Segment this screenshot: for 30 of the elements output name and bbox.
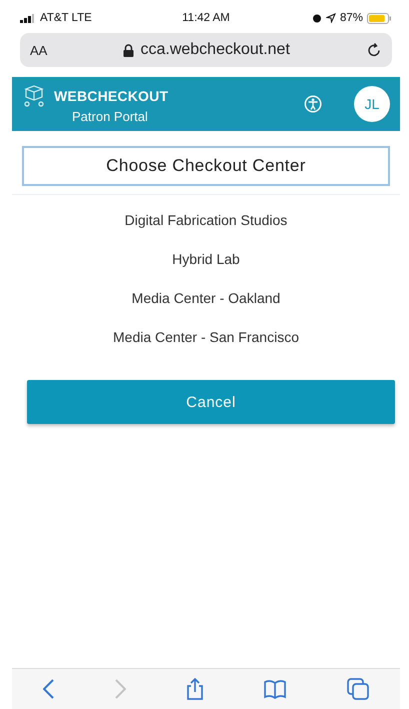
accessibility-icon[interactable] bbox=[304, 95, 322, 113]
center-link[interactable]: Media Center - San Francisco bbox=[113, 328, 299, 346]
cart-logo-icon bbox=[22, 84, 46, 106]
alarm-icon bbox=[312, 13, 322, 23]
forward-icon bbox=[114, 679, 126, 699]
signal-icon bbox=[20, 14, 36, 22]
share-button[interactable] bbox=[184, 676, 205, 702]
lock-icon bbox=[123, 44, 134, 56]
url-text: cca.webcheckout.net bbox=[140, 41, 290, 59]
logo-text: WEBCHECKOUT bbox=[54, 88, 168, 104]
page-title: Choose Checkout Center bbox=[22, 146, 390, 186]
bookmarks-button[interactable] bbox=[262, 678, 288, 700]
clock: 11:42 AM bbox=[182, 12, 230, 24]
back-button[interactable] bbox=[40, 677, 56, 701]
portal-subtitle: Patron Portal bbox=[72, 108, 149, 124]
back-icon bbox=[42, 679, 54, 699]
bookmarks-icon bbox=[264, 680, 286, 698]
reload-icon[interactable] bbox=[366, 42, 382, 58]
center-link[interactable]: Digital Fabrication Studios bbox=[124, 211, 288, 229]
center-link[interactable]: Media Center - Oakland bbox=[132, 289, 280, 307]
battery-icon bbox=[367, 12, 392, 24]
tabs-icon bbox=[347, 678, 370, 700]
text-size-button[interactable]: AA bbox=[30, 42, 48, 58]
address-bar[interactable]: AA cca.webcheckout.net bbox=[20, 33, 392, 67]
center-link[interactable]: Hybrid Lab bbox=[172, 250, 240, 268]
share-icon bbox=[186, 678, 203, 700]
battery-percent: 87% bbox=[340, 12, 363, 24]
location-icon bbox=[326, 13, 336, 23]
tabs-button[interactable] bbox=[345, 676, 372, 702]
carrier: AT&T LTE bbox=[40, 12, 92, 24]
